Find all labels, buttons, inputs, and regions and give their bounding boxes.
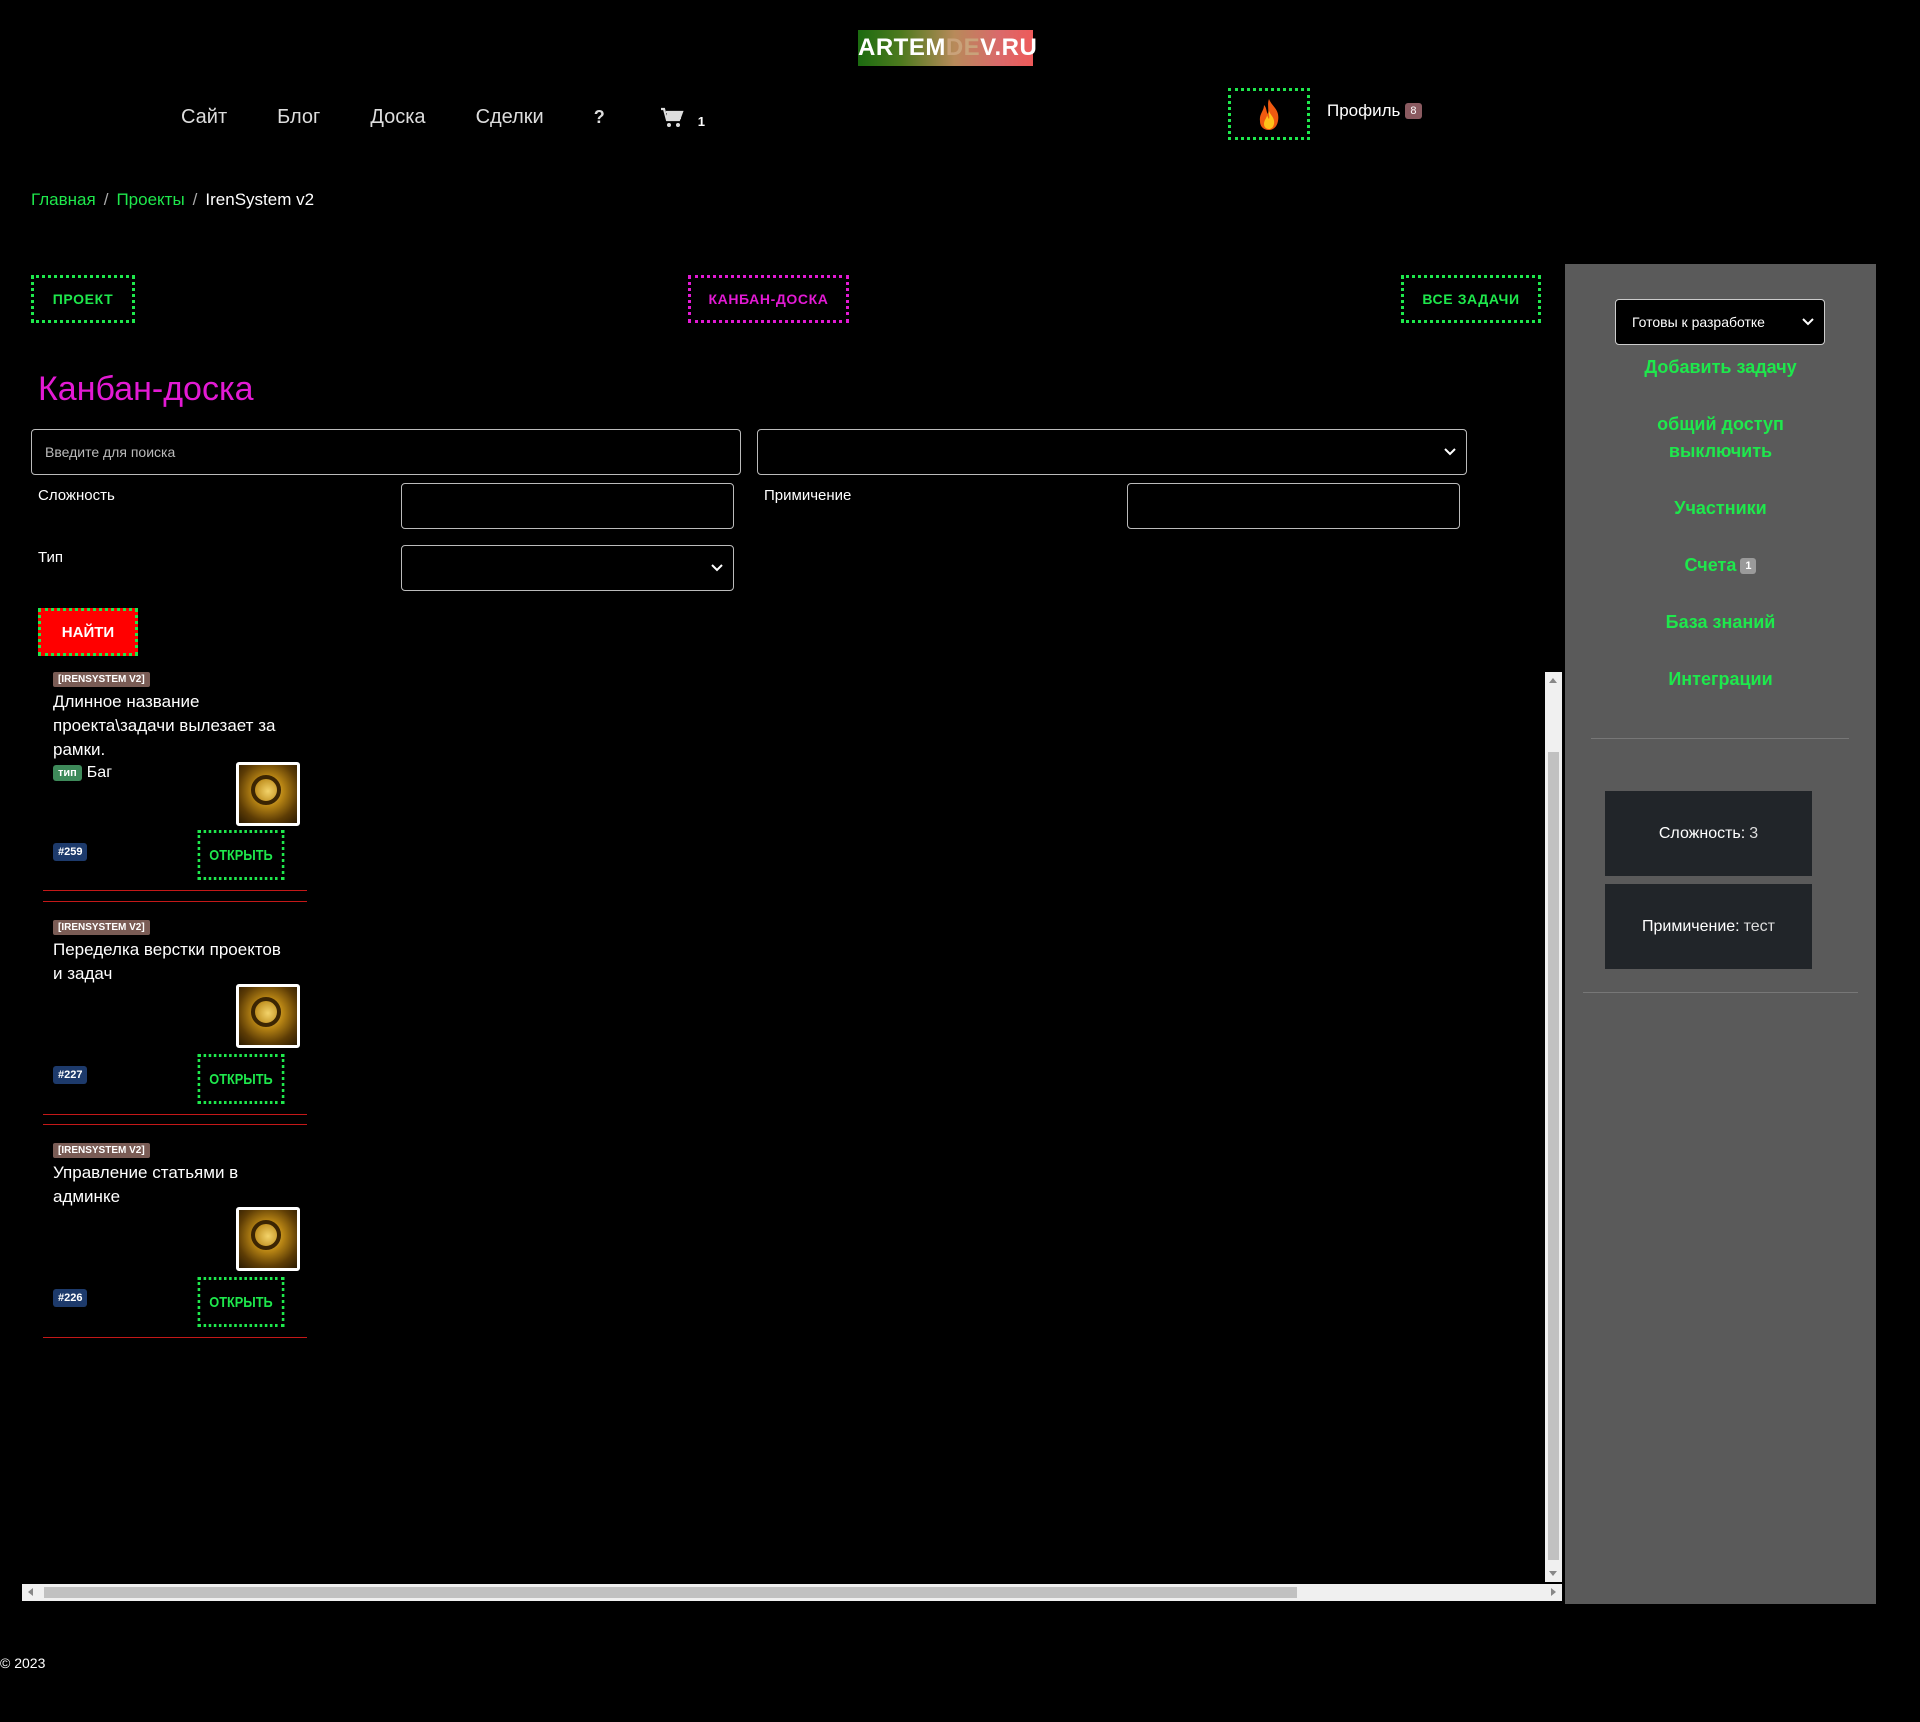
scroll-right-icon[interactable] xyxy=(1551,1588,1556,1596)
fire-button[interactable] xyxy=(1228,88,1310,140)
tab-all-tasks[interactable]: ВСЕ ЗАДАЧИ xyxy=(1401,275,1541,323)
logo-text-part1: ARTEM xyxy=(858,34,946,61)
scroll-left-icon[interactable] xyxy=(28,1588,33,1596)
page-title: Канбан-доска xyxy=(38,370,254,408)
tab-kanban[interactable]: КАНБАН-ДОСКА xyxy=(688,275,849,323)
chevron-down-icon xyxy=(1802,318,1814,326)
divider xyxy=(43,1337,307,1338)
task-card: [IRENSYSTEM V2] Переделка верстки проект… xyxy=(40,918,307,1118)
profile-label: Профиль xyxy=(1327,101,1401,120)
add-task-link[interactable]: Добавить задачу xyxy=(1565,354,1876,381)
logo-text-part2: DE xyxy=(945,34,981,61)
cart-count: 1 xyxy=(697,113,705,129)
fire-icon xyxy=(1259,99,1279,130)
divider xyxy=(43,890,307,891)
task-card: [IRENSYSTEM V2] Длинное название проекта… xyxy=(40,672,307,892)
complexity-info-label: Сложность: xyxy=(1658,824,1746,842)
task-title: Управление статьями в админке xyxy=(53,1163,239,1206)
open-task-button[interactable]: ОТКРЫТЬ xyxy=(197,1054,285,1104)
avatar xyxy=(236,984,300,1048)
breadcrumb-home[interactable]: Главная xyxy=(31,190,96,209)
scroll-up-icon[interactable] xyxy=(1549,678,1557,683)
invoices-link[interactable]: Счета 1 xyxy=(1565,552,1876,580)
open-task-button[interactable]: ОТКРЫТЬ xyxy=(197,830,285,880)
cart-link[interactable]: 1 xyxy=(660,107,705,129)
task-number: #259 xyxy=(53,843,88,861)
invoices-label: Счета xyxy=(1684,555,1737,575)
complexity-info-value: 3 xyxy=(1749,824,1759,842)
note-label: Примичение xyxy=(764,487,852,504)
note-input[interactable] xyxy=(1127,483,1460,529)
breadcrumb-separator: / xyxy=(103,190,109,209)
filter-select[interactable] xyxy=(757,429,1467,475)
type-badge: тип xyxy=(53,765,82,781)
search-placeholder: Введите для поиска xyxy=(45,444,176,460)
share-line-2: выключить xyxy=(1668,441,1773,461)
profile-badge: 8 xyxy=(1405,103,1422,119)
status-select[interactable]: Готовы к разработке xyxy=(1615,299,1825,345)
task-list: [IRENSYSTEM V2] Длинное название проекта… xyxy=(40,672,1562,1582)
divider xyxy=(1591,738,1849,739)
breadcrumb-current: IrenSystem v2 xyxy=(205,190,315,209)
chevron-down-icon xyxy=(1444,448,1456,456)
note-info: Примичение: тест xyxy=(1605,884,1812,969)
profile-link[interactable]: Профиль 8 xyxy=(1327,101,1422,121)
nav-board[interactable]: Доска xyxy=(370,106,425,129)
chevron-down-icon xyxy=(711,564,723,572)
complexity-info: Сложность: 3 xyxy=(1605,791,1812,876)
breadcrumb: Главная / Проекты / IrenSystem v2 xyxy=(31,190,314,210)
horizontal-scroll-thumb[interactable] xyxy=(44,1587,1297,1598)
task-title: Длинное название проекта\задачи вылезает… xyxy=(53,692,276,759)
right-sidebar: Готовы к разработке Добавить задачу общи… xyxy=(1565,264,1876,1604)
divider xyxy=(1583,992,1858,993)
task-title: Переделка верстки проектов и задач xyxy=(53,940,281,983)
task-card: [IRENSYSTEM V2] Управление статьями в ад… xyxy=(40,1141,307,1341)
task-type: тип Баг xyxy=(53,764,112,782)
divider xyxy=(43,901,307,902)
project-tag: [IRENSYSTEM V2] xyxy=(53,1143,150,1158)
find-button[interactable]: НАЙТИ xyxy=(38,608,138,656)
invoices-badge: 1 xyxy=(1740,557,1757,574)
note-info-value: тест xyxy=(1743,917,1775,935)
search-input[interactable]: Введите для поиска xyxy=(31,429,741,475)
vertical-scroll-thumb[interactable] xyxy=(1548,752,1559,1560)
divider xyxy=(43,1124,307,1125)
main-nav: Сайт Блог Доска Сделки ? 1 xyxy=(181,106,705,129)
avatar xyxy=(236,1207,300,1271)
share-toggle-link[interactable]: общий доступ выключить xyxy=(1565,411,1876,465)
complexity-input[interactable] xyxy=(401,483,734,529)
breadcrumb-projects[interactable]: Проекты xyxy=(116,190,184,209)
share-line-1: общий доступ xyxy=(1657,414,1784,434)
site-logo[interactable]: ARTEMDEV.RU xyxy=(858,30,1037,66)
nav-deals[interactable]: Сделки xyxy=(476,106,544,129)
type-select[interactable] xyxy=(401,545,734,591)
open-task-button[interactable]: ОТКРЫТЬ xyxy=(197,1277,285,1327)
complexity-label: Сложность xyxy=(38,487,115,504)
note-info-label: Примичение: xyxy=(1642,917,1740,935)
avatar xyxy=(236,762,300,826)
breadcrumb-separator: / xyxy=(192,190,198,209)
type-value: Баг xyxy=(86,764,113,781)
vertical-scrollbar[interactable] xyxy=(1545,672,1562,1582)
cart-icon xyxy=(660,107,684,127)
members-link[interactable]: Участники xyxy=(1565,495,1876,522)
knowledge-base-link[interactable]: База знаний xyxy=(1565,609,1876,636)
project-tag: [IRENSYSTEM V2] xyxy=(53,920,150,935)
divider xyxy=(43,1114,307,1115)
scroll-down-icon[interactable] xyxy=(1549,1571,1557,1576)
type-label: Тип xyxy=(38,549,64,566)
nav-blog[interactable]: Блог xyxy=(277,106,320,129)
tab-project[interactable]: ПРОЕКТ xyxy=(31,275,135,323)
task-number: #226 xyxy=(53,1289,88,1307)
horizontal-scrollbar[interactable] xyxy=(22,1584,1562,1601)
logo-text-part3: V.RU xyxy=(980,34,1038,61)
nav-site[interactable]: Сайт xyxy=(181,106,227,129)
help-link[interactable]: ? xyxy=(594,107,605,128)
status-select-value: Готовы к разработке xyxy=(1632,314,1765,330)
integrations-link[interactable]: Интеграции xyxy=(1565,666,1876,693)
project-tag: [IRENSYSTEM V2] xyxy=(53,672,150,687)
footer-copyright: © 2023 xyxy=(0,1655,46,1671)
task-number: #227 xyxy=(53,1066,88,1084)
